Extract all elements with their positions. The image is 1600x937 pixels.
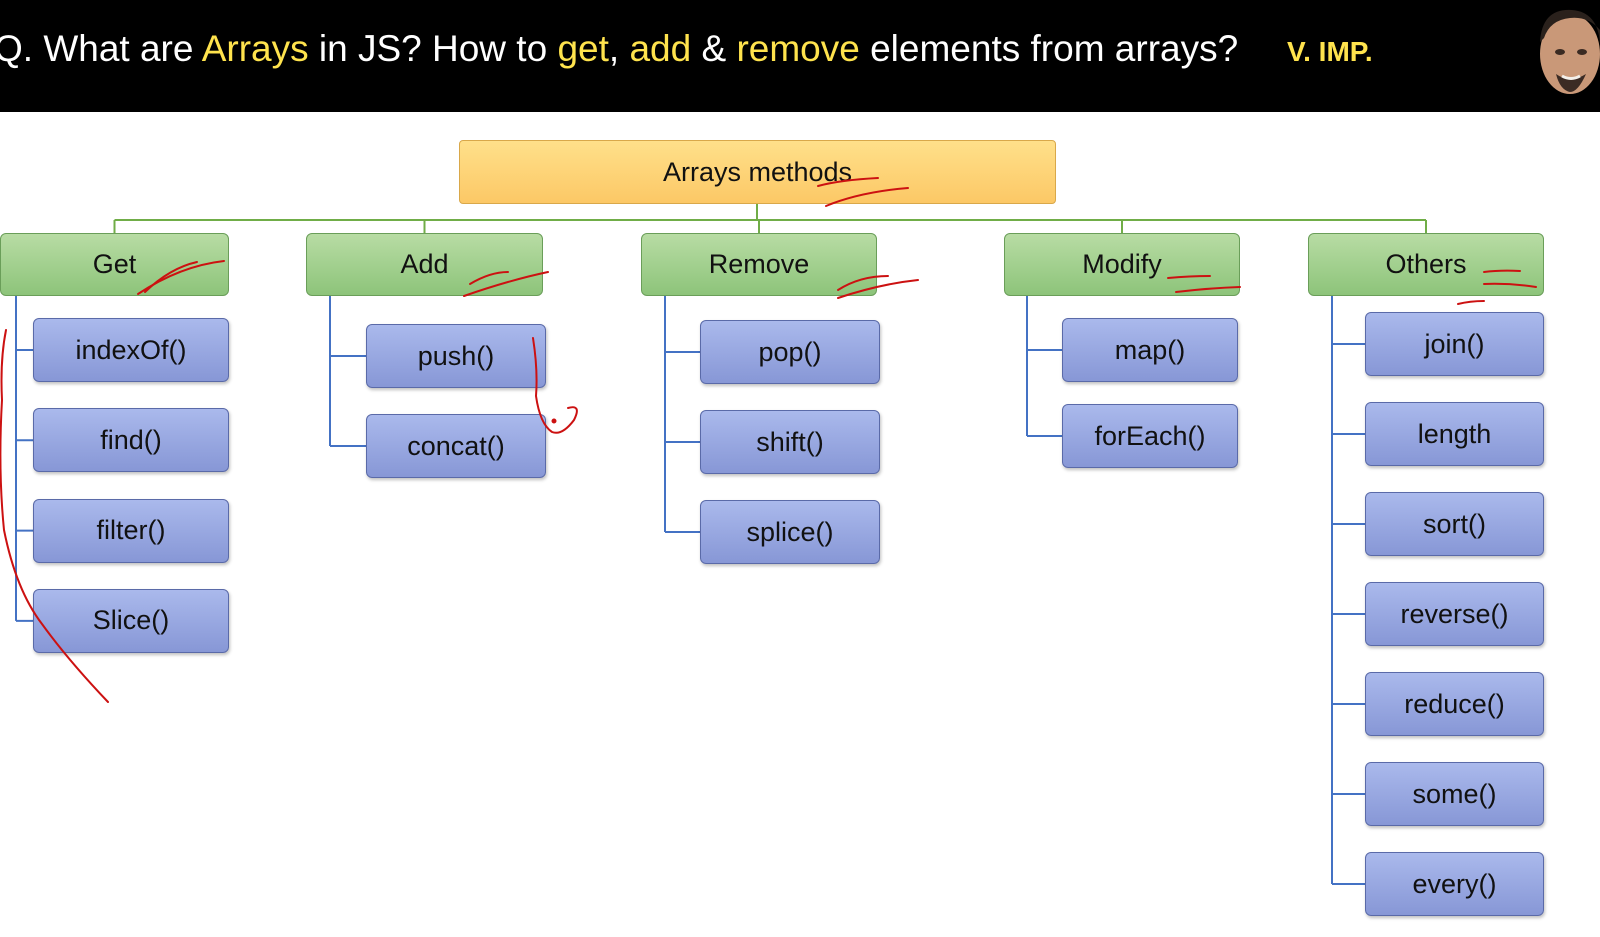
annotation-underline xyxy=(1483,269,1521,273)
annotation-underline xyxy=(463,271,549,297)
annotation-underline xyxy=(137,260,225,295)
annotation-bracket xyxy=(0,329,109,703)
annotation-underline xyxy=(837,275,889,291)
annotation-underline xyxy=(817,177,879,187)
annotation-underline xyxy=(144,261,198,293)
annotation-underline xyxy=(1167,275,1211,279)
annotation-underline xyxy=(469,271,509,285)
annotation-underline xyxy=(1457,300,1485,305)
annotation-underline xyxy=(1483,282,1537,288)
handwritten-annotations xyxy=(0,177,1537,703)
annotation-underline xyxy=(1175,286,1241,293)
annotation-dot xyxy=(551,418,557,424)
annotation-underline xyxy=(825,187,909,207)
annotation-check xyxy=(532,337,578,434)
